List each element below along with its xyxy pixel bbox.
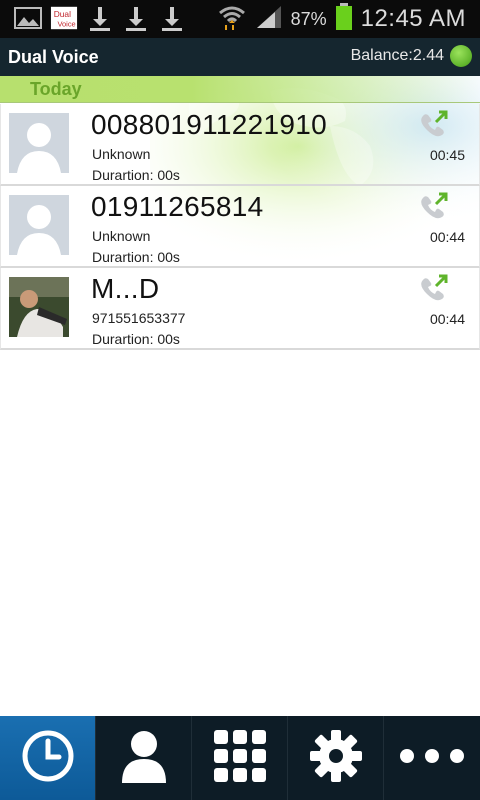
call-subtitle: Unknown	[92, 228, 151, 244]
battery-icon	[335, 2, 353, 36]
nav-dialpad[interactable]	[192, 716, 288, 800]
call-time: 00:44	[429, 229, 465, 245]
section-label-today: Today	[30, 79, 82, 99]
outgoing-call-icon[interactable]	[419, 192, 449, 220]
call-contact-name: M...D	[91, 273, 160, 304]
contact-photo	[9, 277, 69, 337]
call-duration: Durartion: 00s	[92, 167, 180, 183]
call-log-panel: Today 008801911221910 Unknown Durartion:…	[0, 76, 480, 716]
signal-icon	[255, 4, 283, 35]
nav-more[interactable]	[384, 716, 480, 800]
recents-clock-icon	[21, 729, 75, 788]
outgoing-call-icon[interactable]	[419, 274, 449, 302]
contacts-person-icon	[120, 729, 168, 788]
settings-gear-icon	[309, 729, 362, 787]
download-icon	[122, 4, 150, 32]
call-subtitle: Unknown	[92, 146, 151, 162]
call-number: 01911265814	[91, 191, 264, 222]
outgoing-call-icon[interactable]	[419, 110, 449, 138]
nav-contacts[interactable]	[96, 716, 192, 800]
call-time: 00:44	[429, 311, 465, 327]
app-header: Dual Voice Balance:2.44	[0, 38, 480, 76]
section-header: Today	[0, 76, 480, 103]
dialpad-icon	[212, 728, 268, 789]
call-subtitle: 971551653377	[92, 310, 186, 326]
call-log-row[interactable]: 01911265814 Unknown Durartion: 00s 00:44	[0, 186, 480, 268]
contact-avatar	[9, 195, 69, 255]
svg-text:Voice: Voice	[57, 19, 75, 28]
online-status-indicator	[450, 45, 472, 67]
gallery-icon	[14, 4, 42, 32]
battery-percent: 87%	[290, 8, 327, 29]
call-duration: Durartion: 00s	[92, 249, 180, 265]
nav-settings[interactable]	[288, 716, 384, 800]
call-time: 00:45	[429, 147, 465, 163]
call-log-row[interactable]: 008801911221910 Unknown Durartion: 00s 0…	[0, 104, 480, 186]
call-duration: Durartion: 00s	[92, 331, 180, 347]
bottom-nav	[0, 716, 480, 800]
download-icon	[158, 4, 186, 32]
download-icon	[86, 4, 114, 32]
svg-text:Dual: Dual	[54, 9, 71, 19]
balance-label: Balance:2.44	[350, 47, 444, 64]
call-list: 008801911221910 Unknown Durartion: 00s 0…	[0, 104, 480, 350]
call-number: 008801911221910	[91, 109, 328, 140]
clock: 12:45 AM	[360, 5, 466, 32]
nav-recents[interactable]	[0, 716, 96, 800]
wifi-icon	[217, 3, 247, 36]
status-bar: Dual Voice 87% 12:45 AM	[0, 0, 480, 38]
contact-avatar	[9, 113, 69, 173]
dual-voice-notification-icon: Dual Voice	[50, 4, 78, 32]
app-title: Dual Voice	[8, 47, 99, 67]
call-log-row[interactable]: M...D 971551653377 Durartion: 00s 00:44	[0, 268, 480, 350]
more-icon	[399, 748, 465, 769]
